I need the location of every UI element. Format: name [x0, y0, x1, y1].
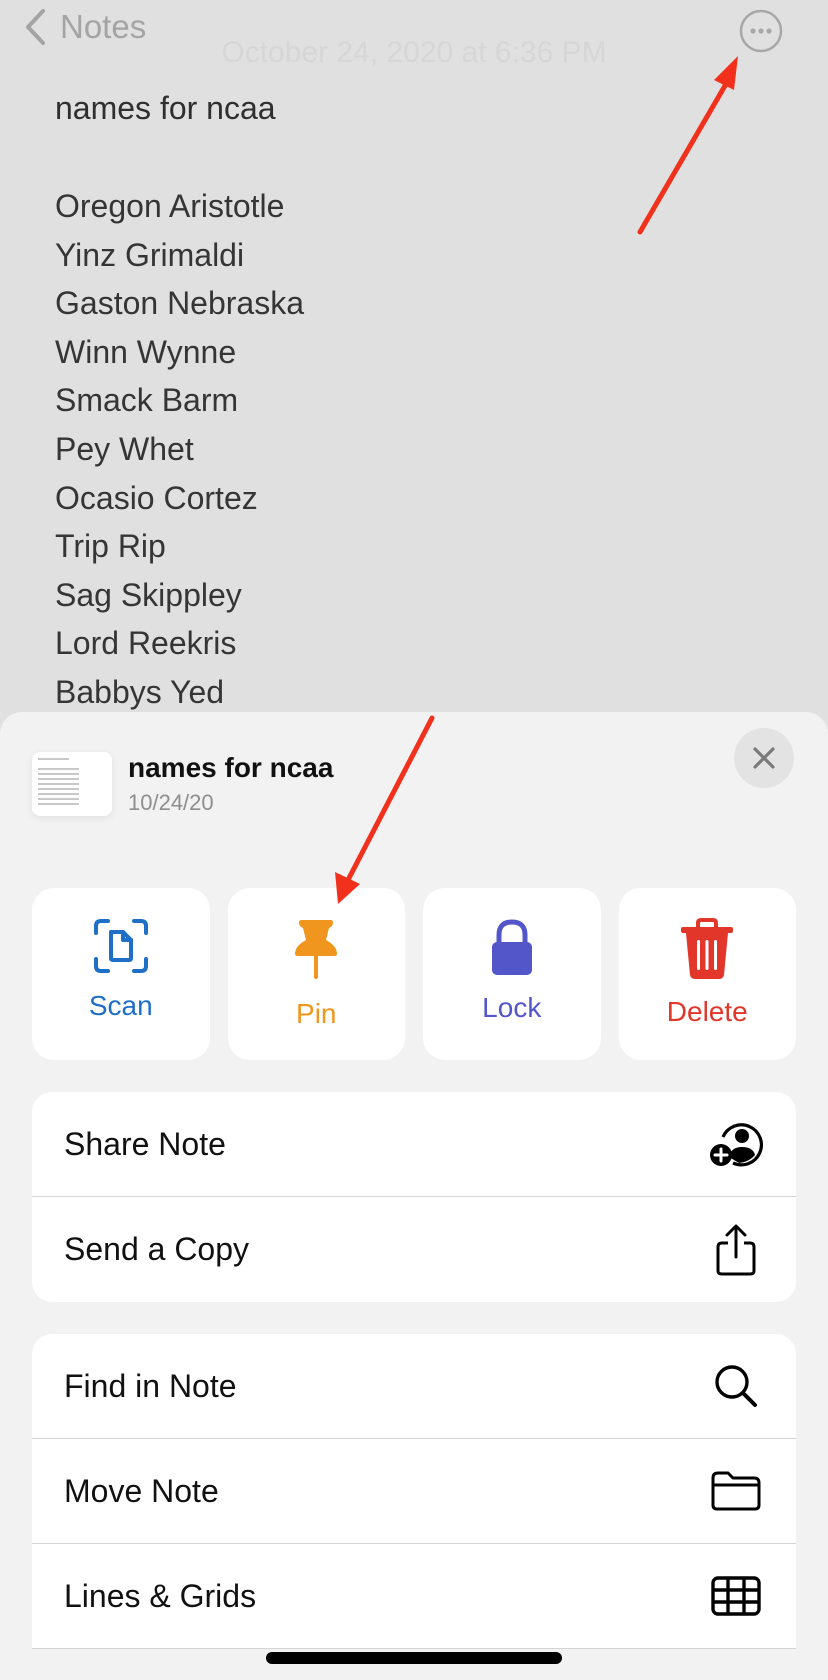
note-line: Oregon Aristotle	[55, 188, 285, 224]
note-thumbnail	[32, 752, 112, 816]
search-icon	[708, 1358, 764, 1414]
share-icon	[708, 1222, 764, 1278]
note-line: Ocasio Cortez	[55, 479, 258, 516]
close-button[interactable]	[734, 728, 794, 788]
delete-label: Delete	[666, 996, 748, 1027]
grid-icon	[708, 1568, 764, 1624]
delete-button[interactable]: Delete	[618, 888, 796, 1060]
lock-icon	[491, 919, 532, 975]
lock-button[interactable]: Lock	[423, 888, 601, 1060]
folder-icon	[708, 1463, 764, 1519]
quick-actions: Scan Pin Lock Delete	[32, 888, 796, 1060]
move-note-row[interactable]: Move Note	[32, 1439, 796, 1544]
scan-document-icon	[93, 919, 148, 973]
lines-grids-row[interactable]: Lines & Grids	[32, 1544, 796, 1649]
note-date: October 24, 2020 at 6:36 PM	[221, 36, 607, 69]
pin-label: Pin	[296, 998, 337, 1029]
scan-button[interactable]: Scan	[32, 888, 210, 1060]
note-options-group: Find in Note Move Note Lines & Grids	[32, 1334, 796, 1649]
scan-label: Scan	[88, 990, 153, 1021]
find-in-note-row[interactable]: Find in Note	[32, 1334, 796, 1439]
share-note-row[interactable]: Share Note	[32, 1092, 796, 1197]
note-line: Sag Skippley	[55, 576, 242, 613]
note-body: Oregon Aristotle Yinz Grimaldi Gaston Ne…	[55, 182, 304, 717]
note-line: Babbys Yed	[55, 673, 225, 710]
note-title: names for ncaa	[55, 90, 276, 126]
sheet-note-date: 10/24/20	[128, 790, 214, 815]
send-copy-label: Send a Copy	[64, 1231, 250, 1267]
sheet-note-title: names for ncaa	[128, 752, 334, 783]
find-in-note-label: Find in Note	[64, 1367, 237, 1404]
home-indicator[interactable]	[266, 1652, 562, 1664]
note-line: Trip Rip	[55, 528, 166, 565]
move-note-label: Move Note	[64, 1472, 219, 1509]
note-view: Notes October 24, 2020 at 6:36 PM names …	[0, 0, 828, 720]
note-line: Gaston Nebraska	[55, 285, 305, 322]
note-line: Yinz Grimaldi	[55, 236, 245, 273]
note-line: Pey Whet	[55, 430, 194, 467]
trash-icon	[681, 918, 734, 979]
lines-grids-label: Lines & Grids	[64, 1577, 257, 1614]
lock-label: Lock	[482, 992, 542, 1023]
close-icon	[753, 747, 775, 769]
pin-icon	[295, 920, 338, 979]
share-options-group: Share Note Send a Copy	[32, 1092, 796, 1302]
note-line: Smack Barm	[55, 382, 239, 419]
share-note-label: Share Note	[64, 1125, 226, 1162]
ellipsis-circle-icon	[739, 9, 783, 53]
note-line: Winn Wynne	[55, 333, 237, 370]
note-actions-sheet: names for ncaa 10/24/20 Scan Pin Lock De…	[0, 712, 828, 1680]
more-button[interactable]	[738, 8, 784, 54]
person-add-circle-icon	[708, 1116, 764, 1172]
pin-button[interactable]: Pin	[227, 888, 405, 1060]
send-copy-row[interactable]: Send a Copy	[32, 1197, 796, 1302]
note-line: Lord Reekris	[55, 625, 237, 662]
